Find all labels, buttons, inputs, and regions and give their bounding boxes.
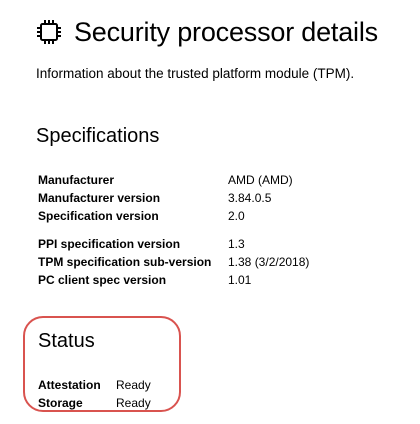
spec-row-specification-version: Specification version 2.0 — [38, 208, 245, 224]
spec-value: 3.84.0.5 — [228, 191, 272, 205]
spec-row-ppi-version: PPI specification version 1.3 — [38, 236, 245, 252]
page-title: Security processor details — [74, 16, 378, 47]
status-label: Storage — [38, 396, 83, 410]
spec-label: PPI specification version — [38, 237, 181, 251]
status-value: Ready — [116, 378, 151, 392]
spec-value: AMD (AMD) — [228, 173, 293, 187]
spec-value: 1.01 — [228, 273, 252, 287]
spec-row-manufacturer-version: Manufacturer version 3.84.0.5 — [38, 190, 271, 206]
status-value: Ready — [116, 396, 151, 410]
spec-row-tpm-sub-version: TPM specification sub-version 1.38 (3/2/… — [38, 254, 309, 270]
status-label: Attestation — [38, 378, 101, 392]
spec-row-pc-client-version: PC client spec version 1.01 — [38, 272, 251, 288]
spec-label: Manufacturer version — [38, 191, 161, 205]
chip-icon — [36, 19, 62, 45]
spec-row-manufacturer: Manufacturer AMD (AMD) — [38, 172, 293, 188]
spec-label: PC client spec version — [38, 273, 167, 287]
spec-value: 1.38 (3/2/2018) — [228, 255, 310, 269]
page-header: Security processor details — [36, 12, 378, 52]
status-row-attestation: Attestation Ready — [38, 377, 151, 393]
spec-label: TPM specification sub-version — [38, 255, 212, 269]
spec-label: Specification version — [38, 209, 159, 223]
spec-value: 1.3 — [228, 237, 245, 251]
spec-label: Manufacturer — [38, 173, 115, 187]
spec-value: 2.0 — [228, 209, 245, 223]
status-row-storage: Storage Ready — [38, 395, 151, 411]
page-subtitle: Information about the trusted platform m… — [36, 66, 355, 81]
specifications-heading: Specifications — [36, 125, 160, 147]
status-heading: Status — [38, 330, 95, 352]
